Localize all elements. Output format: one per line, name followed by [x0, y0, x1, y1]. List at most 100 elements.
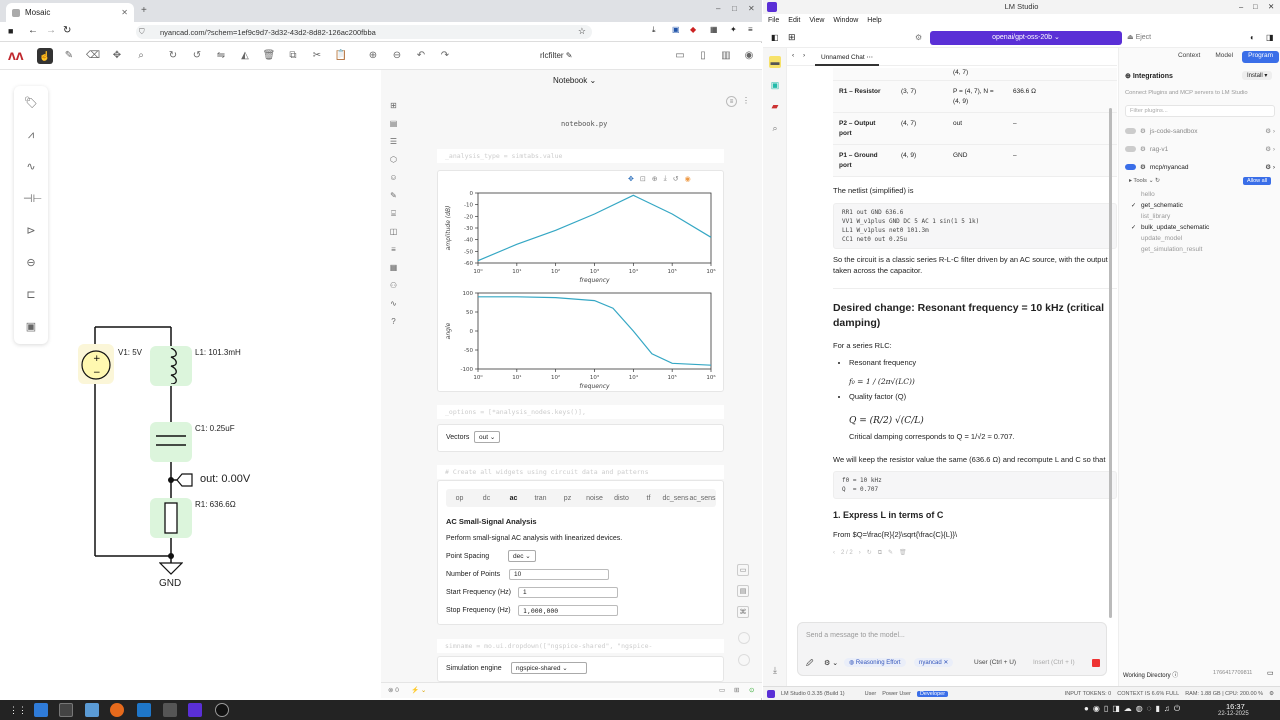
code-cell-3[interactable]: # Create all widgets using circuit data …: [437, 465, 724, 479]
plugin-js-code-sandbox[interactable]: ⚙ js-code-sandbox ⚙ ›: [1125, 125, 1275, 137]
install-button[interactable]: Install ▾: [1242, 71, 1273, 80]
paste-icon[interactable]: 📋: [334, 49, 348, 63]
window-minimize-icon[interactable]: –: [716, 4, 720, 13]
eject-button[interactable]: ⏏ Eject: [1127, 33, 1151, 41]
tab-dc_sens[interactable]: dc_sens: [662, 495, 689, 502]
columns-icon[interactable]: ▥: [719, 49, 733, 63]
edit-doc-icon[interactable]: ✎: [388, 190, 399, 201]
num-points-input[interactable]: 10: [509, 569, 609, 580]
menu-window[interactable]: Window: [833, 17, 858, 24]
right-tab-program[interactable]: Program: [1242, 51, 1279, 63]
plugin-toggle[interactable]: [1125, 128, 1136, 134]
select-tool-icon[interactable]: ☝: [37, 48, 53, 64]
app-grid-icon[interactable]: ⋮⋮: [9, 703, 27, 717]
copy-message-icon[interactable]: ⧉: [878, 549, 882, 558]
layers-icon[interactable]: ◫: [388, 226, 399, 237]
point-spacing-select[interactable]: dec ⌄: [508, 550, 536, 562]
bookmark-star-icon[interactable]: ☆: [578, 26, 586, 37]
window-close-icon[interactable]: ✕: [748, 4, 755, 13]
right-tab-context[interactable]: Context: [1172, 51, 1206, 63]
move-icon[interactable]: ✥: [110, 49, 124, 63]
reset-icon[interactable]: ↺: [673, 175, 679, 183]
menu-help[interactable]: Help: [867, 17, 881, 24]
allow-all-button[interactable]: Allow all: [1243, 177, 1272, 185]
tool-checkbox[interactable]: ✓: [1131, 224, 1137, 231]
reload-icon[interactable]: ↻: [63, 25, 71, 36]
mode-power-user[interactable]: Power User: [882, 691, 911, 697]
zoom-out-icon[interactable]: ⊖: [390, 49, 404, 63]
rotate-ccw-icon[interactable]: ↺: [190, 49, 204, 63]
window-maximize-icon[interactable]: □: [732, 4, 737, 13]
tab-ac[interactable]: ac: [500, 495, 527, 502]
notebook-more-icon[interactable]: ⋮: [742, 96, 750, 105]
zoom-in-icon[interactable]: ⊕: [366, 49, 380, 63]
extension-icon-2[interactable]: ◆: [690, 25, 696, 34]
folder-app-icon[interactable]: [85, 703, 99, 717]
files-icon[interactable]: [34, 703, 48, 717]
cell-action-icon[interactable]: ▭: [737, 564, 749, 576]
tab-tf[interactable]: tf: [635, 495, 662, 502]
inductor-tool-icon[interactable]: ∿: [23, 159, 39, 175]
bokeh-logo-icon[interactable]: ◉: [685, 175, 691, 183]
extensions-icon[interactable]: ✦: [730, 25, 737, 34]
lm-settings-icon[interactable]: ⚙: [915, 33, 922, 42]
download-icon[interactable]: ⤓: [652, 25, 656, 35]
start-freq-input[interactable]: 1: [518, 587, 618, 598]
chat-back-icon[interactable]: ‹: [792, 52, 794, 59]
new-tab-icon[interactable]: +: [141, 5, 147, 16]
regenerate-icon[interactable]: ↻: [867, 549, 872, 558]
tool-item[interactable]: get_simulation_result: [1131, 243, 1280, 255]
notebook-menu[interactable]: Notebook ⌄: [553, 76, 596, 85]
schematic-canvas[interactable]: + − V1: 5V L1: 101.3mH C1: 0.25uF out: 0.…: [0, 70, 380, 682]
model-selector[interactable]: openai/gpt-oss-20b ⌄: [930, 31, 1122, 45]
new-chat-icon[interactable]: ⊞: [788, 32, 796, 43]
close-tab-icon[interactable]: ✕: [121, 8, 128, 17]
tools-header[interactable]: ▸ Tools ⌄ ↻: [1129, 178, 1160, 184]
tab-op[interactable]: op: [446, 495, 473, 502]
error-count-icon[interactable]: ⊗ 0: [388, 686, 399, 694]
tree-icon[interactable]: ⊞: [388, 100, 399, 111]
lm-minimize-icon[interactable]: –: [1239, 0, 1243, 14]
pan-icon[interactable]: ✥: [628, 175, 634, 183]
capacitor-tool-icon[interactable]: ⊣⊢: [23, 191, 42, 207]
tab-ac_sens[interactable]: ac_sens: [689, 495, 716, 502]
plugin-toggle[interactable]: [1125, 164, 1136, 170]
tab-disto[interactable]: disto: [608, 495, 635, 502]
lmstudio-app-icon[interactable]: [188, 703, 202, 717]
file-icon[interactable]: ▤: [388, 118, 399, 129]
source-tool-icon[interactable]: ⊖: [23, 255, 39, 271]
stop-button[interactable]: [1092, 659, 1100, 667]
edit-message-icon[interactable]: ✎: [888, 549, 893, 558]
help-icon[interactable]: ?: [388, 316, 399, 327]
toggle-sidebar-icon[interactable]: ◧: [771, 33, 779, 42]
firefox-icon[interactable]: [110, 703, 124, 717]
browser-tab[interactable]: Mosaic ✕: [6, 3, 134, 22]
activity-icon[interactable]: ∿: [388, 298, 399, 309]
undo-icon[interactable]: ↶: [414, 49, 428, 63]
discover-icon[interactable]: ⌕: [769, 122, 781, 134]
book-icon[interactable]: ▯: [696, 49, 710, 63]
wheel-zoom-icon[interactable]: ⊕: [652, 175, 658, 183]
plugin-settings-icon[interactable]: ⚙ ›: [1265, 127, 1275, 135]
lm-settings-gear-icon[interactable]: ⚙: [1269, 691, 1280, 697]
reasoning-chip[interactable]: ◍ Reasoning Effort: [844, 658, 906, 667]
filter-input[interactable]: Filter plugins...: [1125, 105, 1275, 117]
chat-forward-icon[interactable]: ›: [803, 52, 805, 59]
code-cell-4[interactable]: simname = mo.ui.dropdown(["ngspice-share…: [437, 639, 724, 653]
mode-developer[interactable]: Developer: [916, 690, 949, 697]
menu-icon[interactable]: ≡: [748, 25, 753, 34]
lm-panel-icon[interactable]: ◨: [1266, 33, 1274, 42]
stop-circle-icon[interactable]: [738, 654, 750, 666]
downloads-icon[interactable]: ⤓: [769, 664, 781, 676]
extension-icon[interactable]: ▣: [672, 25, 680, 34]
back-icon[interactable]: ←: [28, 25, 38, 36]
menu-edit[interactable]: Edit: [788, 17, 800, 24]
open-folder-icon[interactable]: ▭: [1267, 669, 1274, 677]
plugin-rag-v1[interactable]: ⚙ rag-v1 ⚙ ›: [1125, 143, 1275, 155]
my-models-icon[interactable]: ▰: [769, 100, 781, 112]
chat-tab[interactable]: Unnamed Chat ⋯: [815, 48, 880, 66]
url-field[interactable]: ⛉ nyancad.com/?schem=1ef9c9d7-3d32-43d2-…: [136, 25, 592, 39]
tool-checkbox[interactable]: ✓: [1131, 202, 1137, 209]
save-plot-icon[interactable]: ⤓: [664, 175, 667, 183]
forward-icon[interactable]: →: [46, 25, 56, 36]
